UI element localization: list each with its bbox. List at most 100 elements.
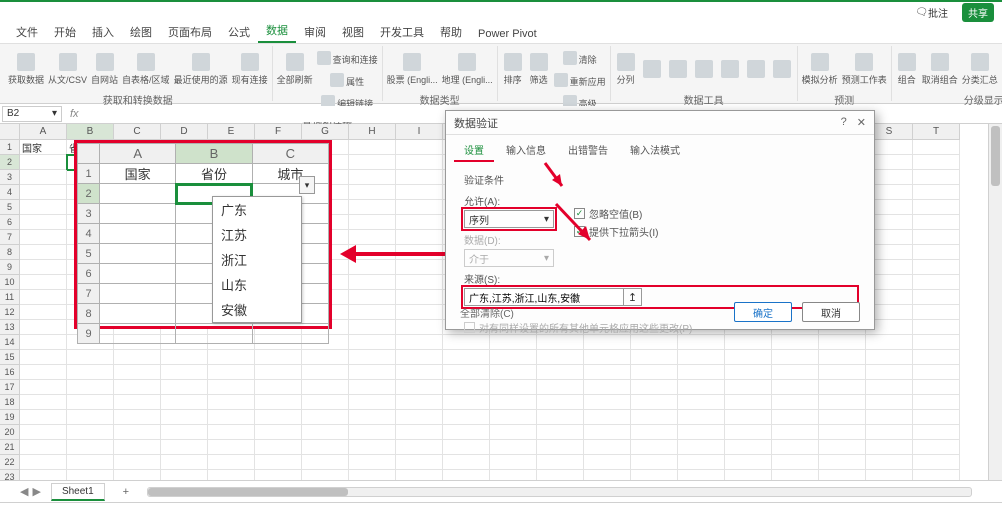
cell[interactable]: [161, 365, 208, 380]
cell[interactable]: [913, 380, 960, 395]
cell[interactable]: [208, 440, 255, 455]
cell[interactable]: [20, 185, 67, 200]
cell[interactable]: [584, 425, 631, 440]
cell[interactable]: [725, 470, 772, 480]
cell[interactable]: [537, 425, 584, 440]
clear-button[interactable]: 清除: [554, 48, 606, 68]
relations-button[interactable]: [745, 48, 767, 90]
cell[interactable]: [20, 260, 67, 275]
cell[interactable]: [537, 440, 584, 455]
cell[interactable]: [725, 440, 772, 455]
cell[interactable]: [161, 395, 208, 410]
cell[interactable]: [396, 140, 443, 155]
cell[interactable]: [20, 200, 67, 215]
cell[interactable]: [349, 155, 396, 170]
cell[interactable]: [114, 440, 161, 455]
row-header[interactable]: 1: [0, 140, 20, 155]
row-header[interactable]: 7: [0, 230, 20, 245]
cell[interactable]: [913, 455, 960, 470]
sheet-nav-next[interactable]: ▶: [32, 485, 40, 498]
cell[interactable]: [255, 380, 302, 395]
cell[interactable]: [913, 320, 960, 335]
cell[interactable]: [631, 455, 678, 470]
cell[interactable]: [490, 440, 537, 455]
ribbon-tab-审阅[interactable]: 审阅: [296, 21, 334, 43]
cell[interactable]: [631, 440, 678, 455]
cell[interactable]: 国家: [20, 140, 67, 155]
row-header[interactable]: 10: [0, 275, 20, 290]
share-button[interactable]: 共享: [962, 3, 994, 22]
cell[interactable]: [584, 380, 631, 395]
cell[interactable]: [255, 395, 302, 410]
cell[interactable]: [490, 365, 537, 380]
cell[interactable]: [819, 365, 866, 380]
cell[interactable]: [725, 425, 772, 440]
clear-all-link[interactable]: 全部清除(C): [460, 305, 514, 320]
row-header[interactable]: 20: [0, 425, 20, 440]
cell[interactable]: [255, 440, 302, 455]
cell[interactable]: [349, 395, 396, 410]
cell[interactable]: [443, 395, 490, 410]
cell[interactable]: [819, 455, 866, 470]
cell[interactable]: [20, 320, 67, 335]
ribbon-tab-数据[interactable]: 数据: [258, 19, 296, 43]
cell[interactable]: [537, 350, 584, 365]
dropdown-option[interactable]: 广东: [213, 197, 301, 222]
sort-button[interactable]: 排序: [502, 48, 524, 90]
cell[interactable]: [302, 455, 349, 470]
cell[interactable]: [866, 455, 913, 470]
cell[interactable]: [349, 185, 396, 200]
cell[interactable]: [866, 410, 913, 425]
cell[interactable]: [20, 470, 67, 480]
select-all-corner[interactable]: [0, 124, 20, 140]
cell[interactable]: [396, 305, 443, 320]
cell[interactable]: [584, 395, 631, 410]
cell[interactable]: [631, 350, 678, 365]
cell[interactable]: [20, 230, 67, 245]
name-box[interactable]: B2▾: [2, 106, 62, 122]
cell[interactable]: [67, 395, 114, 410]
cell[interactable]: [208, 410, 255, 425]
cell[interactable]: [396, 380, 443, 395]
cell[interactable]: [913, 290, 960, 305]
cell[interactable]: [20, 425, 67, 440]
cell[interactable]: [349, 275, 396, 290]
cell[interactable]: [255, 455, 302, 470]
conn-button[interactable]: 现有连接: [232, 48, 268, 90]
cell[interactable]: [443, 470, 490, 480]
cell[interactable]: [396, 440, 443, 455]
cell[interactable]: [631, 470, 678, 480]
cell[interactable]: [631, 380, 678, 395]
cell[interactable]: [114, 395, 161, 410]
cell[interactable]: [913, 245, 960, 260]
cell[interactable]: [537, 395, 584, 410]
cell[interactable]: [537, 410, 584, 425]
sheet-tab[interactable]: Sheet1: [51, 483, 105, 501]
cell[interactable]: [349, 335, 396, 350]
group-button[interactable]: 组合: [896, 48, 918, 90]
cell[interactable]: [584, 410, 631, 425]
cell[interactable]: [866, 470, 913, 480]
cell[interactable]: [114, 365, 161, 380]
reapply-button[interactable]: 重新应用: [554, 70, 606, 90]
refresh-all-button[interactable]: 全部刷新: [277, 48, 313, 90]
cell[interactable]: [67, 380, 114, 395]
cell[interactable]: [20, 395, 67, 410]
cell[interactable]: [208, 425, 255, 440]
cell[interactable]: [537, 470, 584, 480]
cell[interactable]: [114, 470, 161, 480]
stocks-button[interactable]: 股票 (Engli...: [387, 48, 438, 90]
cell[interactable]: [725, 365, 772, 380]
cell[interactable]: [302, 350, 349, 365]
get-data-button[interactable]: 获取数据: [8, 48, 44, 90]
from-table-button[interactable]: 自表格/区域: [122, 48, 170, 90]
cell[interactable]: [584, 350, 631, 365]
cell[interactable]: [913, 275, 960, 290]
row-header[interactable]: 21: [0, 440, 20, 455]
dialog-tab[interactable]: 设置: [454, 139, 494, 162]
row-header[interactable]: 2: [0, 155, 20, 170]
cell[interactable]: [20, 215, 67, 230]
cell[interactable]: [678, 410, 725, 425]
cell[interactable]: [20, 245, 67, 260]
cell[interactable]: [396, 215, 443, 230]
